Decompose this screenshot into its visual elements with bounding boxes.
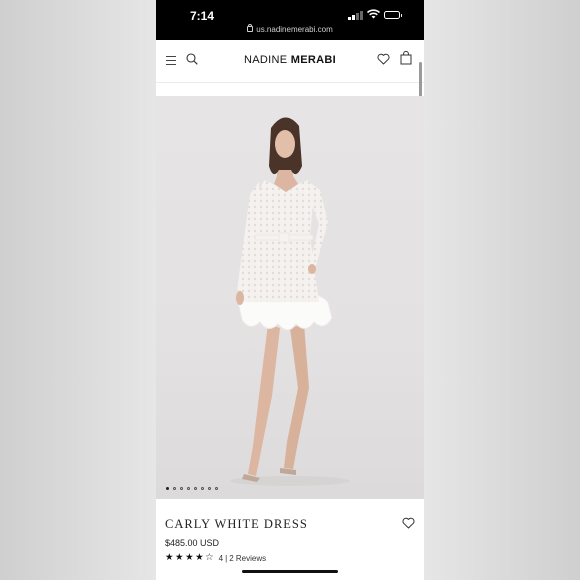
rating-stars: ★ ★ ★ ★ ☆	[165, 553, 214, 563]
carousel-dot[interactable]	[208, 487, 211, 490]
carousel-dot[interactable]	[180, 487, 183, 490]
carousel-dot[interactable]	[201, 487, 204, 490]
carousel-dot[interactable]	[173, 487, 176, 490]
star-filled-icon: ★	[185, 552, 194, 563]
star-filled-icon: ★	[165, 552, 174, 563]
product-rating[interactable]: ★ ★ ★ ★ ☆ 4 | 2 Reviews	[165, 553, 266, 563]
signal-icon	[348, 11, 363, 20]
star-filled-icon: ★	[195, 552, 204, 563]
carousel-dot[interactable]	[166, 487, 169, 490]
battery-icon	[384, 11, 402, 19]
heart-icon[interactable]	[377, 53, 390, 65]
star-empty-icon: ☆	[205, 552, 214, 563]
carousel-dot[interactable]	[215, 487, 218, 490]
image-carousel-dots	[166, 487, 218, 490]
shopping-bag-icon[interactable]	[400, 51, 412, 65]
url-text: us.nadinemerabi.com	[256, 25, 333, 34]
product-title: CARLY WHITE DRESS	[165, 517, 308, 531]
reviews-count: 2 Reviews	[229, 553, 267, 563]
brand-name-light: NADINE	[244, 54, 288, 66]
blurred-background-right	[424, 0, 580, 580]
rating-separator: |	[225, 553, 228, 563]
lock-icon	[247, 24, 254, 32]
home-indicator[interactable]	[242, 570, 338, 573]
phone-screen: 7:14 us.nadinemerabi.com NADINE MERABI C…	[156, 0, 424, 580]
product-info: CARLY WHITE DRESS $485.00 USD ★ ★ ★ ★ ☆ 4 | …	[156, 499, 424, 580]
model-figure	[230, 117, 350, 486]
status-bar: 7:14 us.nadinemerabi.com	[156, 0, 424, 40]
wishlist-heart-icon[interactable]	[402, 517, 415, 529]
rating-value: 4	[218, 553, 224, 563]
wifi-icon	[367, 9, 380, 19]
product-image[interactable]	[156, 96, 424, 499]
star-filled-icon: ★	[175, 552, 184, 563]
site-header: NADINE MERABI	[156, 40, 424, 83]
product-price: $485.00 USD	[165, 538, 220, 548]
carousel-dot[interactable]	[194, 487, 197, 490]
address-bar[interactable]: us.nadinemerabi.com	[156, 24, 424, 34]
brand-name-bold: MERABI	[290, 54, 336, 66]
status-time: 7:14	[190, 9, 215, 23]
blurred-background-left	[0, 0, 156, 580]
carousel-dot[interactable]	[187, 487, 190, 490]
